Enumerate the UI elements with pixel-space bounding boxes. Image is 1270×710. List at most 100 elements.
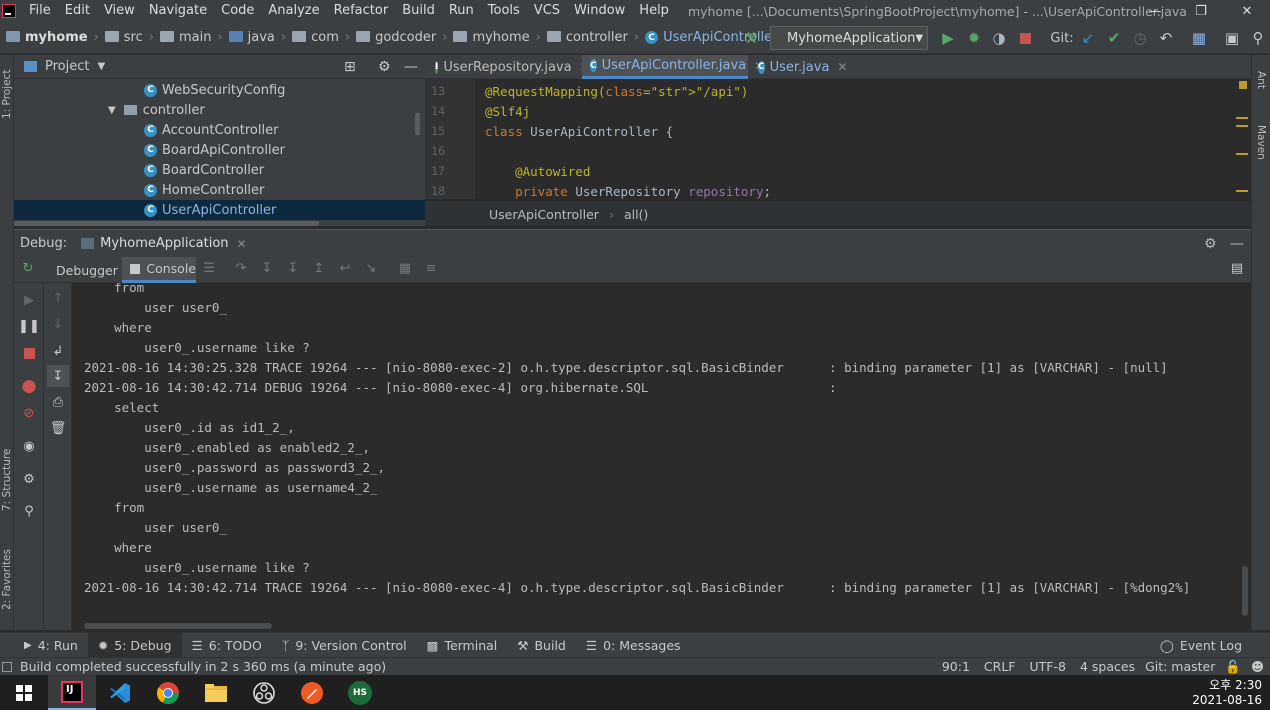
git-commit-icon[interactable]: ✔	[1104, 27, 1124, 49]
tab-event-log[interactable]: ◯ Event Log	[1150, 633, 1252, 658]
tree-item-accountcontroller[interactable]: C AccountController	[14, 120, 425, 140]
down-arrow-icon[interactable]: ↓	[49, 315, 67, 333]
tree-hscrollbar[interactable]	[14, 221, 319, 226]
tree-scrollbar[interactable]	[415, 113, 420, 135]
tree-item-websecurityconfig[interactable]: C WebSecurityConfig	[14, 80, 425, 100]
breadcrumb-com[interactable]: com ›	[292, 30, 350, 45]
postman-taskbar-icon[interactable]	[288, 675, 336, 710]
tab-debugger[interactable]: Debugger	[48, 257, 118, 283]
rerun-icon[interactable]: ↻	[20, 261, 36, 277]
file-encoding[interactable]: UTF-8	[1030, 659, 1066, 674]
debug-session-tab[interactable]: MyhomeApplication	[100, 236, 228, 251]
favorites-tool-tab[interactable]: 2: Favorites	[0, 540, 14, 620]
tab-console[interactable]: Console	[122, 257, 196, 283]
menu-file[interactable]: File	[22, 0, 58, 22]
tab-messages[interactable]: ☰ 0: Messages	[576, 633, 691, 658]
code-line[interactable]: @Slf4j	[485, 104, 530, 119]
step-out-icon[interactable]: ↥	[311, 261, 327, 277]
soft-wrap-icon[interactable]: ↲	[49, 342, 67, 360]
tab-userrepository[interactable]: IUserRepository.java✕	[427, 55, 590, 79]
indent-setting[interactable]: 4 spaces	[1080, 659, 1135, 674]
trace-icon[interactable]: ≡	[423, 261, 439, 277]
drop-frame-icon[interactable]: ↩	[337, 261, 353, 277]
code-line[interactable]: private UserRepository repository;	[485, 184, 771, 199]
stop-icon[interactable]	[1015, 27, 1035, 49]
mute-breakpoints-icon[interactable]: ⊘	[20, 404, 38, 422]
menu-lines-icon[interactable]: ☰	[201, 261, 217, 277]
menu-refactor[interactable]: Refactor	[327, 0, 396, 22]
layout-icon[interactable]: ▤	[1229, 261, 1245, 277]
git-branch[interactable]: Git: master	[1145, 659, 1215, 674]
project-view-selector[interactable]: Project	[45, 59, 89, 74]
breadcrumb-godcoder[interactable]: godcoder ›	[356, 30, 447, 45]
breadcrumb-main[interactable]: main ›	[159, 30, 223, 45]
menu-view[interactable]: View	[97, 0, 142, 22]
tree-item-boardcontroller[interactable]: C BoardController	[14, 160, 425, 180]
lock-icon[interactable]: 🔓	[1225, 659, 1241, 675]
code-line[interactable]: @Autowired	[485, 164, 590, 179]
gear-icon[interactable]: ⚙	[378, 59, 391, 75]
pause-icon[interactable]: ❚❚	[18, 317, 40, 335]
step-into-icon[interactable]: ↧	[259, 261, 275, 277]
gear-icon[interactable]: ⚙	[20, 470, 38, 488]
tab-userapicontroller[interactable]: CUserApiController.java✕	[582, 55, 764, 79]
menu-help[interactable]: Help	[632, 0, 676, 22]
project-structure-icon[interactable]: ▦	[1188, 27, 1210, 49]
status-toggle-icon[interactable]	[2, 661, 12, 672]
camera-icon[interactable]: ◉	[20, 437, 38, 455]
run-icon[interactable]: ▶	[938, 27, 958, 49]
git-history-icon[interactable]: ◷	[1130, 27, 1150, 49]
print-icon[interactable]: ⎙	[49, 393, 67, 411]
minimize-icon[interactable]: —	[1132, 0, 1178, 22]
menu-build[interactable]: Build	[395, 0, 442, 22]
tab-run[interactable]: ▶ 4: Run	[14, 633, 88, 658]
structure-tool-tab[interactable]: 7: Structure	[0, 440, 14, 520]
run-to-cursor-icon[interactable]: ↘	[363, 261, 379, 277]
console-vscrollbar[interactable]	[1242, 566, 1248, 616]
trash-icon[interactable]: 🗑	[49, 419, 67, 437]
breadcrumb-method[interactable]: all()	[624, 207, 648, 222]
menu-analyze[interactable]: Analyze	[261, 0, 326, 22]
intellij-taskbar-icon[interactable]: IJ	[48, 675, 96, 710]
step-over-icon[interactable]: ↷	[233, 261, 249, 277]
gear-icon[interactable]: ⚙	[1204, 236, 1217, 252]
breadcrumb-myhome-pkg[interactable]: myhome ›	[453, 30, 541, 45]
menu-code[interactable]: Code	[214, 0, 261, 22]
file-explorer-taskbar-icon[interactable]	[192, 675, 240, 710]
force-step-into-icon[interactable]: ↧	[285, 261, 301, 277]
tab-todo[interactable]: ☰ 6: TODO	[182, 633, 272, 658]
tab-build[interactable]: ⚒ Build	[507, 633, 576, 658]
menu-vcs[interactable]: VCS	[527, 0, 567, 22]
breadcrumb-controller[interactable]: controller ›	[546, 30, 639, 45]
up-arrow-icon[interactable]: ↑	[49, 289, 67, 307]
windows-start-icon[interactable]	[0, 675, 48, 710]
hide-panel-icon[interactable]: —	[1230, 236, 1244, 252]
code-line[interactable]: class UserApiController {	[485, 124, 673, 139]
tab-debug[interactable]: ✹ 5: Debug	[87, 632, 182, 658]
chevron-down-icon[interactable]: ▼	[97, 61, 105, 72]
hide-panel-icon[interactable]: —	[404, 59, 418, 75]
breadcrumb-myhome[interactable]: myhome ›	[6, 30, 99, 45]
warning-marker-icon[interactable]	[1239, 81, 1247, 89]
debug-bug-icon[interactable]: ✹	[963, 27, 985, 49]
presentation-icon[interactable]: ▣	[1221, 27, 1243, 49]
menu-edit[interactable]: Edit	[58, 0, 97, 22]
resume-icon[interactable]: ▶	[20, 291, 38, 309]
tab-version-control[interactable]: ᛉ 9: Version Control	[272, 633, 417, 658]
stop-icon[interactable]	[20, 344, 38, 362]
git-rollback-icon[interactable]: ↶	[1156, 27, 1176, 49]
hs-app-taskbar-icon[interactable]: HS	[336, 675, 384, 710]
hector-icon[interactable]: ☻	[1251, 659, 1264, 674]
view-breakpoints-icon[interactable]: ⬤	[20, 377, 38, 395]
menu-navigate[interactable]: Navigate	[142, 0, 214, 22]
obs-taskbar-icon[interactable]	[240, 675, 288, 710]
tab-terminal[interactable]: ▩ Terminal	[417, 633, 508, 658]
maven-tool-tab[interactable]: Maven	[1254, 117, 1268, 167]
console-hscrollbar[interactable]	[84, 623, 272, 629]
close-tab-icon[interactable]: ✕	[837, 60, 847, 74]
restore-icon[interactable]: ❐	[1178, 0, 1224, 22]
run-configuration-dropdown[interactable]: MyhomeApplication ▼	[770, 26, 928, 50]
git-update-icon[interactable]: ↙	[1078, 27, 1098, 49]
build-hammer-icon[interactable]: ⚒	[740, 27, 762, 49]
search-icon[interactable]: ⚲	[1247, 27, 1269, 49]
